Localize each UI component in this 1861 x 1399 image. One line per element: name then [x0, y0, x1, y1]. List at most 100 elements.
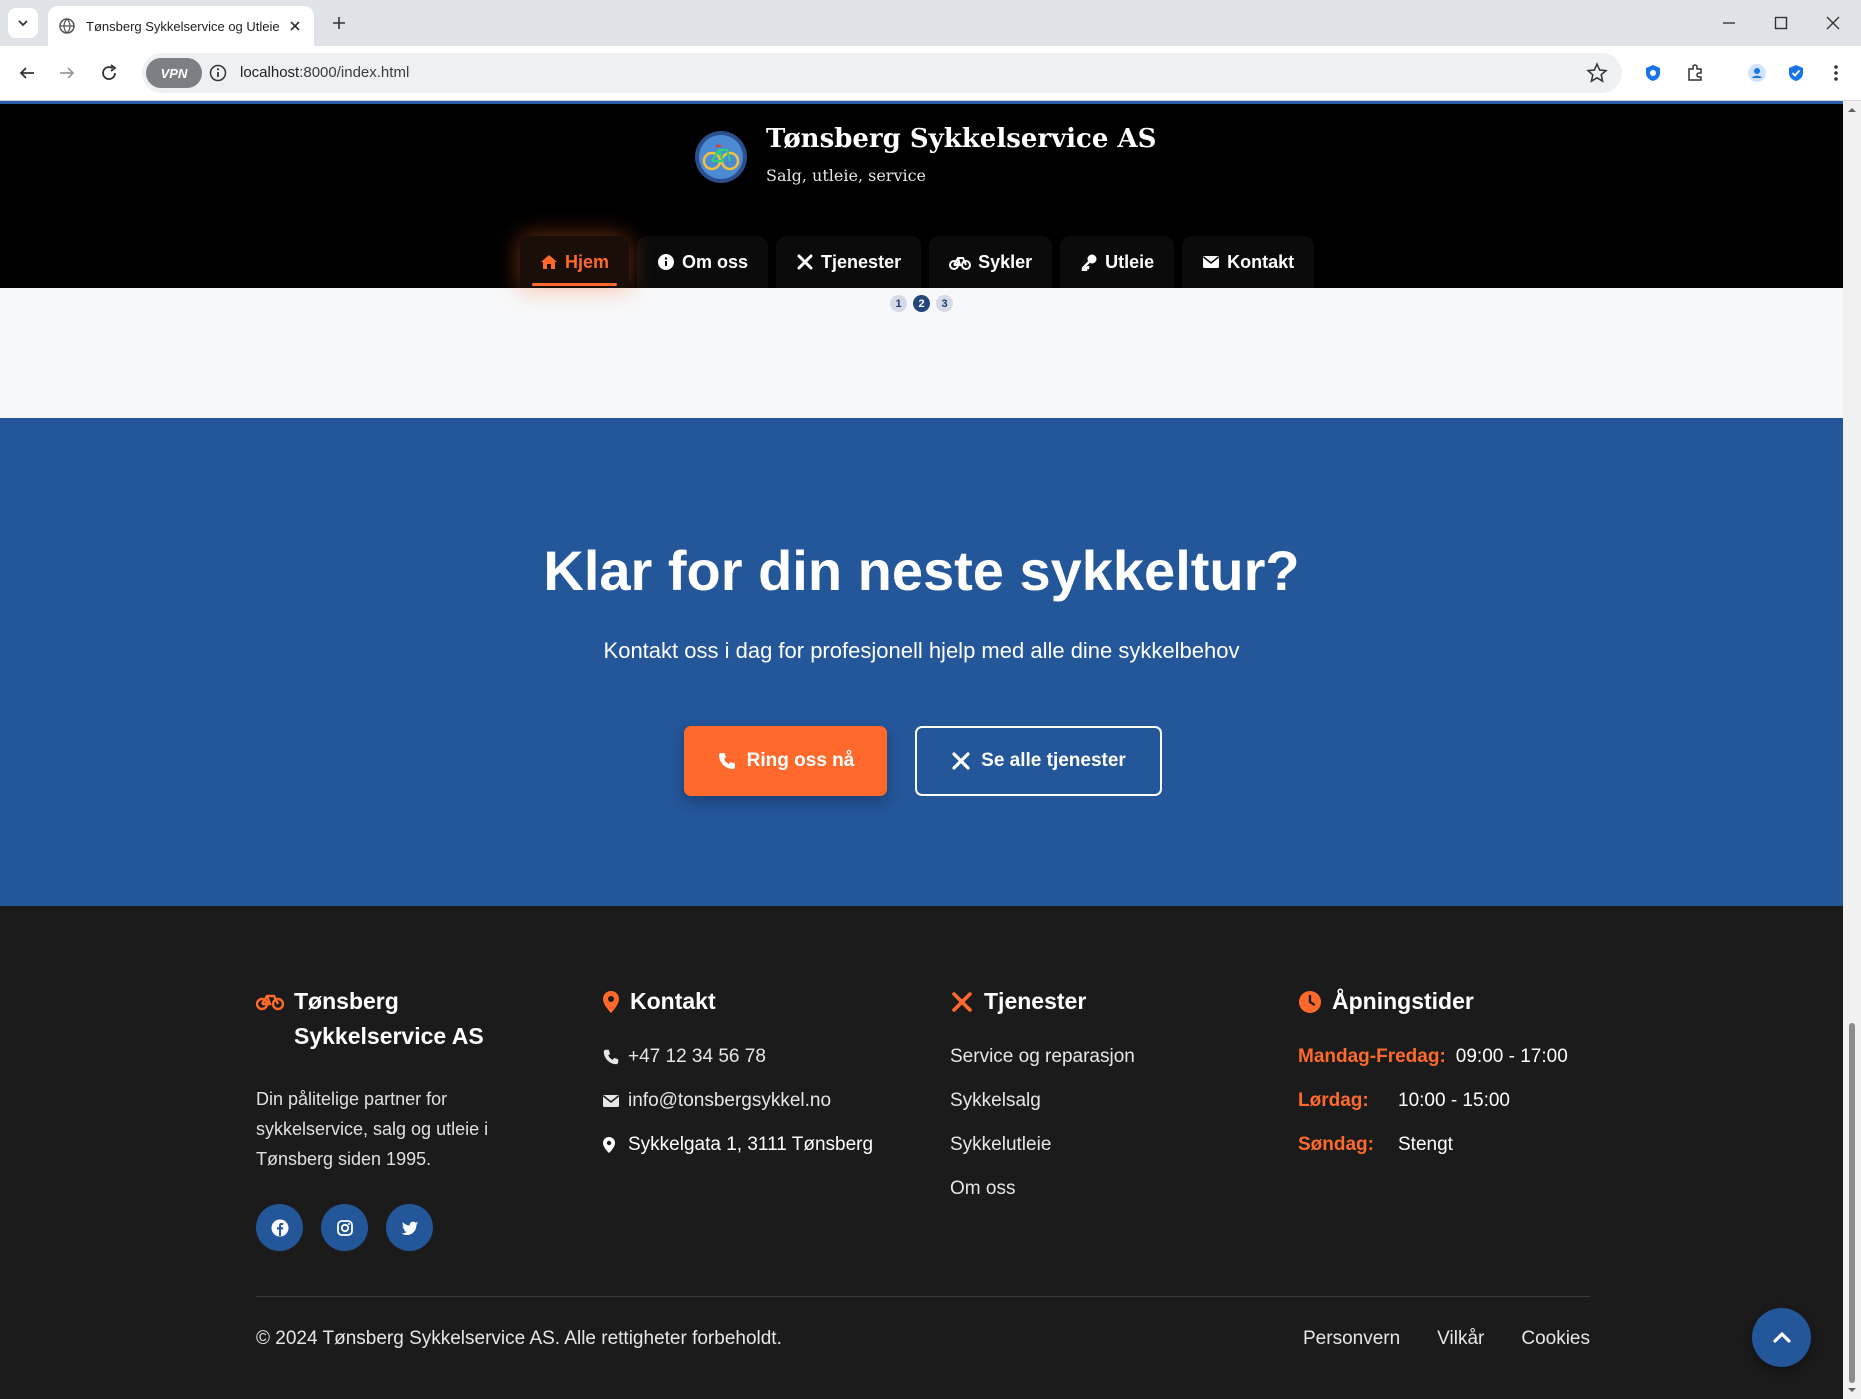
nav-label: Hjem	[565, 251, 610, 272]
puzzle-icon	[1688, 64, 1702, 81]
new-tab-button[interactable]	[326, 10, 352, 36]
footer-email[interactable]: info@tonsbergsykkel.no	[602, 1079, 873, 1123]
scroll-up-arrow-icon[interactable]	[1847, 105, 1857, 115]
scrollbar-thumb[interactable]	[1849, 1023, 1855, 1383]
close-window-button[interactable]	[1818, 8, 1848, 38]
shield-extension-button[interactable]	[1640, 60, 1666, 86]
copyright-text: © 2024 Tønsberg Sykkelservice AS. Alle r…	[256, 1328, 782, 1349]
phone-icon	[717, 751, 737, 771]
footer-link-about[interactable]: Om oss	[950, 1167, 1135, 1211]
facebook-link[interactable]	[256, 1204, 303, 1251]
tab-search-button[interactable]	[8, 8, 38, 38]
arrow-right-icon	[60, 67, 75, 79]
hours-day: Mandag-Fredag:	[1298, 1046, 1446, 1067]
chevron-down-icon	[18, 20, 28, 27]
site-header: Tønsberg Sykkelservice AS Salg, utleie, …	[0, 101, 1843, 288]
social-links	[256, 1204, 536, 1251]
footer-link-sales[interactable]: Sykkelsalg	[950, 1079, 1135, 1123]
chevron-up-icon	[1772, 1331, 1791, 1343]
slider-pagination: 1 2 3	[890, 295, 953, 312]
home-icon	[540, 253, 558, 271]
clock-icon	[1298, 990, 1322, 1014]
reload-button[interactable]	[94, 58, 124, 88]
minimize-button[interactable]	[1714, 8, 1744, 38]
tab-close-icon[interactable]	[286, 17, 304, 35]
instagram-icon	[336, 1219, 353, 1236]
vpn-shield-button[interactable]	[1783, 60, 1809, 86]
nav-label: Kontakt	[1227, 251, 1295, 272]
page-scrollbar[interactable]	[1843, 101, 1861, 1399]
info-circle-icon	[657, 253, 675, 271]
envelope-icon	[1202, 253, 1220, 271]
footer-email-text: info@tonsbergsykkel.no	[628, 1090, 832, 1111]
shield-check-icon	[1789, 65, 1803, 81]
privacy-link[interactable]: Personvern	[1303, 1328, 1400, 1350]
close-icon	[1826, 16, 1840, 30]
footer-description: Din pålitelige partner for sykkelservice…	[256, 1089, 489, 1169]
cta-section: Klar for din neste sykkeltur? Kontakt os…	[0, 418, 1843, 906]
footer-services-title: Tjenester	[984, 988, 1087, 1014]
facebook-icon	[271, 1219, 288, 1236]
bookmark-star-icon[interactable]	[1586, 62, 1608, 84]
footer-link-service[interactable]: Service og reparasjon	[950, 1035, 1135, 1079]
footer-address-text: Sykkelgata 1, 3111 Tønsberg	[628, 1134, 874, 1155]
browser-tab-bar: Tønsberg Sykkelservice og Utleie AS	[0, 0, 1861, 46]
browser-menu-button[interactable]	[1823, 60, 1849, 86]
footer-address: Sykkelgata 1, 3111 Tønsberg	[602, 1123, 873, 1167]
arrow-left-icon	[19, 67, 34, 79]
footer-divider	[256, 1296, 1590, 1297]
nav-item-sykler[interactable]: Sykler	[929, 236, 1053, 288]
nav-item-om-oss[interactable]: Om oss	[637, 236, 769, 288]
extensions-button[interactable]	[1682, 60, 1708, 86]
footer-contact: Kontakt +47 12 34 56 78 info@tonsbergsyk…	[602, 984, 873, 1167]
footer-hours-title: Åpningstider	[1332, 988, 1474, 1014]
scroll-down-arrow-icon[interactable]	[1847, 1385, 1857, 1395]
site-info-icon[interactable]	[208, 63, 228, 83]
url-host: localhost	[240, 64, 300, 81]
footer-phone[interactable]: +47 12 34 56 78	[602, 1035, 873, 1079]
map-marker-icon	[602, 990, 620, 1014]
nav-item-tjenester[interactable]: Tjenester	[776, 236, 922, 288]
profile-button[interactable]	[1744, 60, 1770, 86]
nav-label: Tjenester	[821, 251, 902, 272]
browser-tab[interactable]: Tønsberg Sykkelservice og Utleie AS	[48, 6, 314, 46]
bicycle-logo-icon	[695, 131, 747, 183]
address-bar[interactable]: VPN localhost:8000/index.html	[142, 53, 1622, 93]
url-text[interactable]: localhost:8000/index.html	[240, 64, 409, 81]
footer-contact-title: Kontakt	[630, 988, 716, 1014]
nav-label: Om oss	[682, 251, 749, 272]
hours-day: Søndag:	[1298, 1134, 1374, 1155]
nav-item-hjem[interactable]: Hjem	[520, 236, 630, 288]
footer-hours: Åpningstider Mandag-Fredag: 09:00 - 17:0…	[1298, 984, 1568, 1167]
footer-phone-text: +47 12 34 56 78	[628, 1046, 766, 1067]
footer-link-rental[interactable]: Sykkelutleie	[950, 1123, 1135, 1167]
nav-item-kontakt[interactable]: Kontakt	[1182, 236, 1315, 288]
legal-links: Personvern Vilkår Cookies	[1303, 1328, 1590, 1350]
terms-link[interactable]: Vilkår	[1437, 1328, 1484, 1350]
forward-button[interactable]	[52, 58, 82, 88]
nav-item-utleie[interactable]: Utleie	[1060, 236, 1175, 288]
slider-dot[interactable]: 1	[890, 295, 907, 312]
footer-services: Tjenester Service og reparasjon Sykkelsa…	[950, 984, 1135, 1211]
see-all-services-label: Se alle tjenester	[981, 750, 1126, 771]
back-button[interactable]	[12, 58, 42, 88]
maximize-button[interactable]	[1766, 8, 1796, 38]
footer-brand-line2: Sykkelservice AS	[294, 1023, 484, 1049]
slider-dot-active[interactable]: 2	[913, 295, 930, 312]
see-all-services-button[interactable]: Se alle tjenester	[915, 726, 1162, 796]
map-marker-icon	[602, 1136, 616, 1154]
twitter-link[interactable]	[386, 1204, 433, 1251]
footer-brand-line1: Tønsberg	[294, 988, 399, 1014]
call-us-button[interactable]: Ring oss nå	[684, 726, 887, 796]
footer-brand: Tønsberg Sykkelservice AS	[256, 984, 536, 1054]
cookies-link[interactable]: Cookies	[1521, 1328, 1590, 1350]
scroll-to-top-button[interactable]	[1752, 1308, 1811, 1367]
tools-icon	[951, 751, 971, 771]
nav-label: Utleie	[1105, 251, 1155, 272]
page-viewport: Tønsberg Sykkelservice AS Salg, utleie, …	[0, 101, 1843, 1399]
brand[interactable]: Tønsberg Sykkelservice AS Salg, utleie, …	[694, 124, 1156, 185]
vpn-badge[interactable]: VPN	[146, 58, 202, 88]
slider-dot[interactable]: 3	[936, 295, 953, 312]
instagram-link[interactable]	[321, 1204, 368, 1251]
tab-title: Tønsberg Sykkelservice og Utleie AS	[86, 18, 280, 34]
